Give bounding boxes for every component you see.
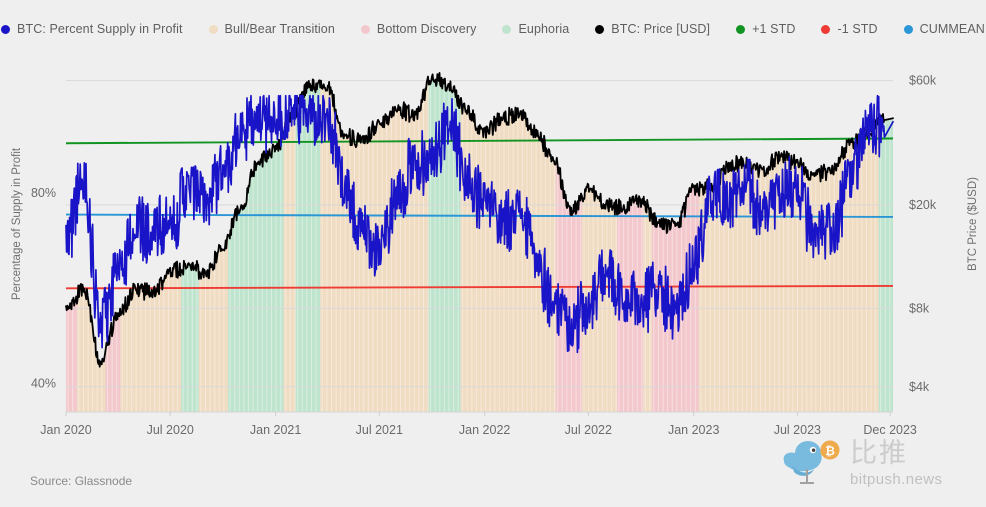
source-caption: Source: Glassnode (30, 474, 133, 488)
shaded-region (181, 263, 199, 412)
left-axis-tick: 40% (31, 376, 56, 390)
x-axis-tick: Jan 2020 (40, 423, 91, 437)
x-axis-tick: Jul 2021 (356, 423, 403, 437)
right-axis-tick: $60k (909, 74, 937, 88)
bird-icon: ₿ (783, 440, 840, 484)
x-axis-tick: Jul 2022 (565, 423, 612, 437)
x-axis-tick: Jul 2020 (147, 423, 194, 437)
right-axis-tick: $4k (909, 380, 930, 394)
bitpush-watermark: ₿ 比推 bitpush.news (778, 432, 968, 494)
left-axis-tick: 80% (31, 186, 56, 200)
x-axis-tick: Jan 2022 (459, 423, 510, 437)
right-axis-tick: $8k (909, 301, 930, 315)
x-axis-tick: Jan 2023 (668, 423, 719, 437)
watermark-cn-text: 比推 (850, 437, 908, 469)
svg-text:₿: ₿ (825, 444, 835, 458)
right-axis-tick: $20k (909, 198, 937, 212)
chart-svg: $4k $8k $20k $60k 40% 80% Jan 2020 Jul 2020 Jan … (31, 60, 937, 437)
chart-plot-area: $4k $8k $20k $60k 40% 80% Jan 2020 Jul 2020 Jan … (0, 0, 986, 460)
watermark-en-text: bitpush.news (850, 470, 943, 488)
x-axis-tick: Jan 2021 (250, 423, 301, 437)
